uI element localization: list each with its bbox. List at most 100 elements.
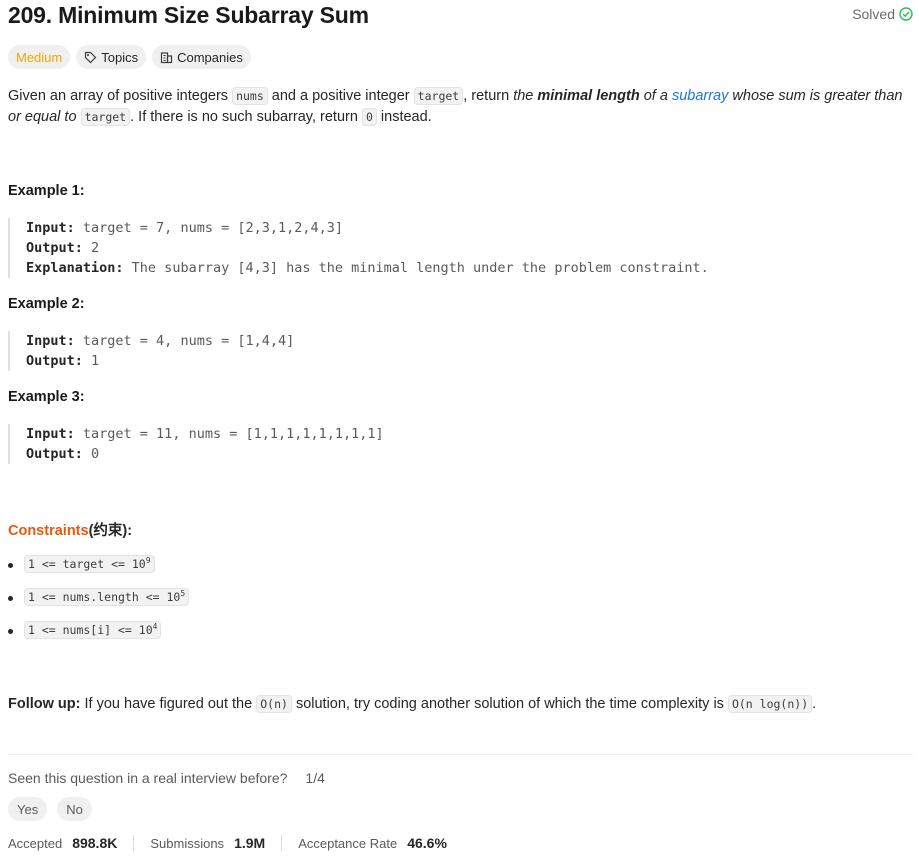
desc-italic: of a: [639, 88, 672, 104]
bullet: [8, 596, 13, 601]
desc-text: Given an array of positive integers: [8, 88, 233, 104]
solved-status: Solved: [852, 6, 913, 22]
inline-code: target: [413, 87, 464, 105]
yes-button[interactable]: Yes: [8, 797, 48, 821]
output-value: 1: [82, 353, 100, 369]
example-1-explanation: Explanation: The subarray [4,3] has the …: [26, 258, 709, 278]
follow-up: Follow up: If you have figured out the O…: [8, 694, 816, 715]
problem-panel: 209. Minimum Size Subarray Sum Solved Me…: [8, 0, 913, 851]
constraint-item: 1 <= nums.length <= 105: [8, 587, 190, 620]
companies-label: Companies: [177, 49, 243, 65]
difficulty-badge[interactable]: Medium: [8, 45, 71, 69]
constraint-code: 1 <= nums[i] <= 104: [24, 621, 162, 639]
desc-bold-italic: minimal length: [537, 88, 640, 104]
example-1-heading: Example 1:: [8, 183, 85, 199]
bullet: [8, 563, 13, 568]
example-2-heading: Example 2:: [8, 296, 85, 312]
constraints-heading: Constraints(约束):: [8, 519, 132, 540]
check-circle-icon: [899, 7, 913, 21]
example-3-block: Input: target = 11, nums = [1,1,1,1,1,1,…: [8, 424, 384, 464]
constraint-exponent: 5: [180, 589, 186, 599]
interview-question-text: Seen this question in a real interview b…: [8, 770, 288, 786]
constraints-title: Constraints: [8, 523, 89, 539]
constraint-code: 1 <= nums.length <= 105: [24, 588, 190, 606]
follow-up-text: If you have figured out the: [80, 696, 257, 712]
constraint-code: 1 <= target <= 109: [24, 555, 155, 573]
example-3-heading: Example 3:: [8, 389, 85, 405]
stat-value: 898.8K: [72, 835, 118, 851]
inline-code: 0: [361, 108, 377, 126]
example-2-input: Input: target = 4, nums = [1,4,4]: [26, 331, 294, 351]
example-2-block: Input: target = 4, nums = [1,4,4] Output…: [8, 331, 294, 371]
desc-text: and a positive integer: [267, 88, 414, 104]
output-label: Output:: [26, 446, 83, 462]
follow-up-label: Follow up:: [8, 696, 81, 712]
stat-separator: [133, 835, 135, 851]
stat-label: Accepted: [8, 835, 63, 851]
desc-italic: the: [513, 88, 538, 104]
desc-text: instead.: [376, 109, 432, 125]
constraint-exponent: 4: [152, 622, 158, 632]
constraint-text: 1 <= nums[i] <= 10: [28, 623, 153, 637]
explanation-value: The subarray [4,3] has the minimal lengt…: [123, 260, 709, 276]
topics-label: Topics: [101, 49, 139, 65]
stat-value: 46.6%: [407, 835, 447, 851]
constraint-exponent: 9: [145, 556, 151, 566]
input-label: Input:: [26, 426, 75, 442]
interview-question: Seen this question in a real interview b…: [8, 770, 325, 786]
constraint-item: 1 <= target <= 109: [8, 554, 189, 587]
output-value: 0: [82, 446, 100, 462]
tag-icon: [85, 51, 97, 63]
stat-separator: [281, 835, 283, 851]
desc-text: , return: [463, 88, 514, 104]
topics-button[interactable]: Topics: [76, 45, 147, 69]
subarray-link[interactable]: subarray: [672, 88, 728, 104]
building-icon: [161, 51, 173, 63]
input-label: Input:: [26, 220, 75, 236]
constraint-text: 1 <= nums.length <= 10: [28, 590, 181, 604]
example-3-output: Output: 0: [26, 444, 384, 464]
interview-count: 1/4: [305, 770, 325, 786]
divider: [8, 754, 913, 755]
stat-label: Acceptance Rate: [298, 835, 398, 851]
output-label: Output:: [26, 240, 83, 256]
example-1-output: Output: 2: [26, 238, 709, 258]
title-row: 209. Minimum Size Subarray Sum Solved: [8, 0, 913, 30]
example-1-block: Input: target = 7, nums = [2,3,1,2,4,3] …: [8, 218, 709, 278]
stat-label: Submissions: [150, 835, 225, 851]
constraints-list: 1 <= target <= 109 1 <= nums.length <= 1…: [8, 554, 190, 653]
example-2-output: Output: 1: [26, 351, 294, 371]
problem-description: Given an array of positive integers nums…: [8, 86, 913, 128]
constraint-text: 1 <= target <= 10: [28, 557, 146, 571]
input-value: target = 7, nums = [2,3,1,2,4,3]: [74, 220, 343, 236]
follow-up-text: .: [812, 696, 817, 712]
explanation-label: Explanation:: [26, 260, 124, 276]
example-3-input: Input: target = 11, nums = [1,1,1,1,1,1,…: [26, 424, 384, 444]
inline-code: O(n): [256, 695, 292, 713]
output-value: 2: [82, 240, 100, 256]
interview-answers: Yes No: [8, 797, 92, 821]
example-1-input: Input: target = 7, nums = [2,3,1,2,4,3]: [26, 218, 709, 238]
page-title: 209. Minimum Size Subarray Sum: [8, 2, 369, 28]
stat-accepted: Accepted 898.8K: [8, 835, 133, 851]
stat-value: 1.9M: [234, 835, 266, 851]
stat-submissions: Submissions 1.9M: [150, 835, 281, 851]
desc-text: . If there is no such subarray, return: [130, 109, 362, 125]
tag-row: Medium Topics Companies: [8, 45, 251, 69]
stats-row: Accepted 898.8K Submissions 1.9M Acceptanc…: [8, 835, 463, 851]
bullet: [8, 629, 13, 634]
follow-up-text: solution, try coding another solution of…: [291, 696, 728, 712]
stat-acceptance-rate: Acceptance Rate 46.6%: [298, 835, 463, 851]
inline-code: nums: [232, 87, 268, 105]
input-value: target = 4, nums = [1,4,4]: [74, 333, 295, 349]
input-value: target = 11, nums = [1,1,1,1,1,1,1,1]: [74, 426, 384, 442]
output-label: Output:: [26, 353, 83, 369]
inline-code: O(n log(n)): [727, 695, 813, 713]
no-button[interactable]: No: [57, 797, 92, 821]
constraints-suffix: (约束):: [88, 523, 133, 539]
companies-button[interactable]: Companies: [152, 45, 251, 69]
inline-code: target: [80, 108, 131, 126]
solved-label: Solved: [852, 6, 895, 22]
input-label: Input:: [26, 333, 75, 349]
constraint-item: 1 <= nums[i] <= 104: [8, 620, 189, 653]
